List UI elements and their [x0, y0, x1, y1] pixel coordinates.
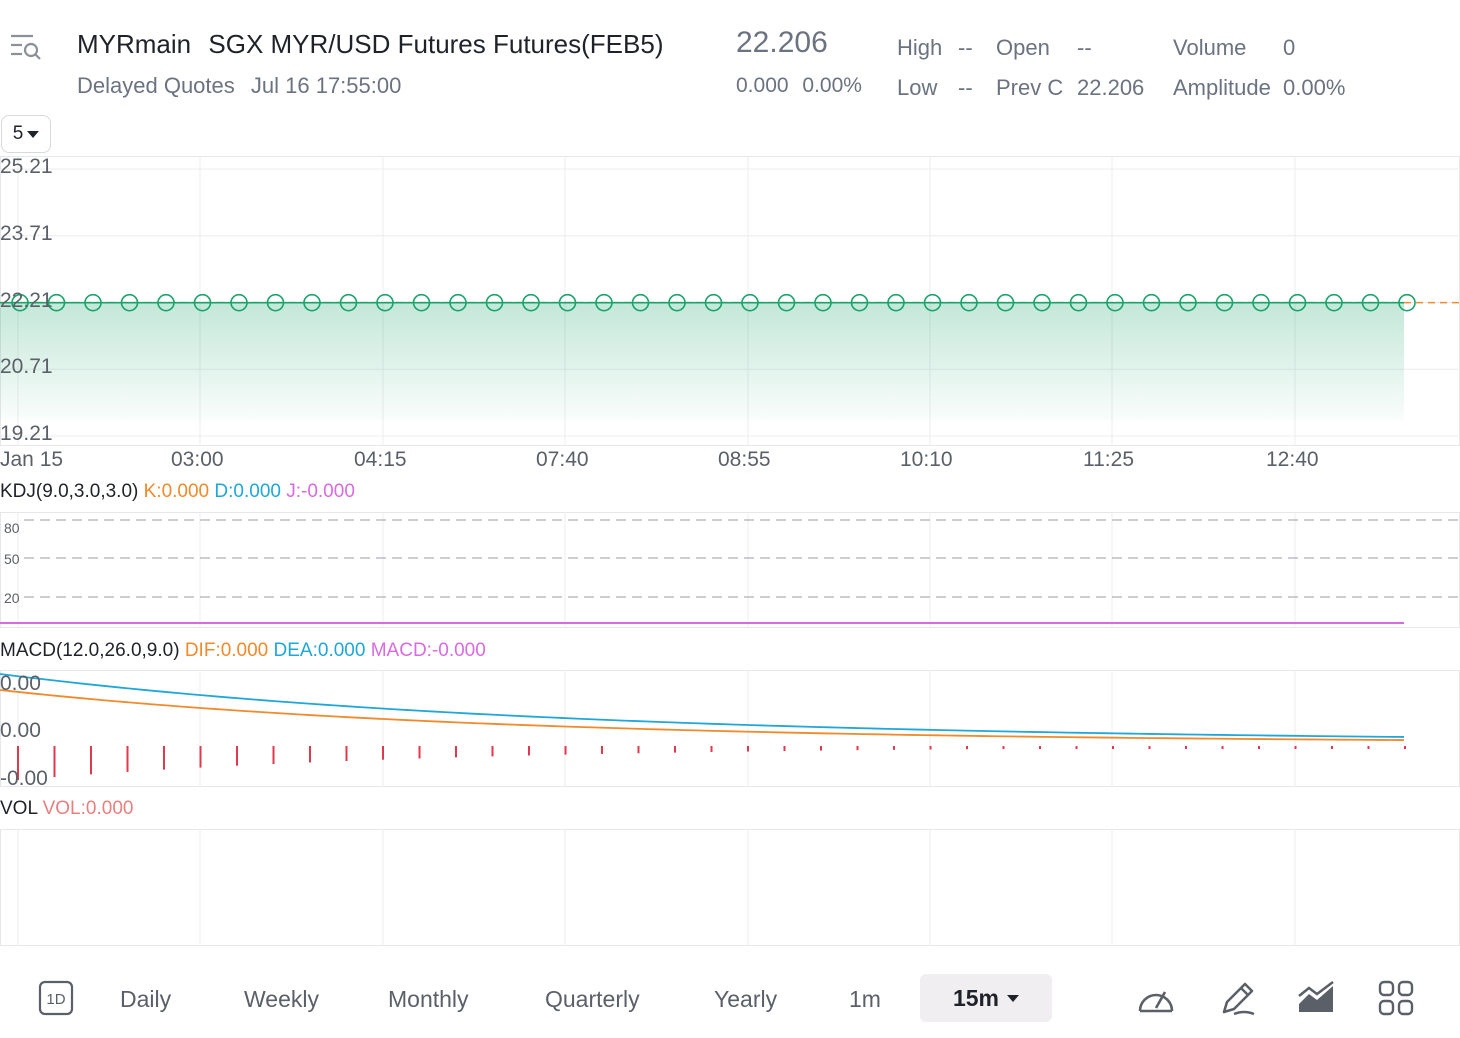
vol-chart[interactable] [0, 829, 1460, 946]
area-chart-icon[interactable] [1297, 980, 1337, 1016]
macd-chart[interactable] [0, 670, 1460, 787]
last-price: 22.206 [736, 26, 828, 59]
caret-down-icon [1007, 994, 1020, 1002]
symbol-title: MYRmain SGX MYR/USD Futures Futures(FEB5… [77, 29, 673, 60]
time-xtick: Jan 15 [0, 448, 64, 471]
menu-search-icon[interactable] [8, 30, 44, 64]
macd-dif: DIF:0.000 [184, 640, 269, 661]
grid-icon[interactable] [1378, 980, 1414, 1016]
time-xtick: 10:10 [900, 448, 953, 471]
macd-dif-line [0, 689, 1405, 741]
amplitude-value: 0.00% [1283, 75, 1346, 100]
tab-daily[interactable]: Daily [120, 986, 171, 1013]
price-ytick: 25.21 [0, 155, 53, 178]
change-value: 0.000 [736, 74, 789, 97]
price-chart[interactable] [0, 156, 1460, 446]
kdj-j: J:-0.000 [286, 481, 355, 502]
prev-close-value: 22.206 [1077, 75, 1145, 100]
vol-label: VOL [0, 798, 38, 819]
caret-down-icon [27, 130, 40, 138]
quote-type: Delayed Quotes [77, 73, 235, 98]
macd-dea: DEA:0.000 [273, 640, 366, 661]
prev-close-label: Prev C [996, 75, 1064, 100]
kdj-d: D:0.000 [214, 481, 281, 502]
low-label: Low [897, 75, 938, 100]
low-value: -- [958, 75, 973, 100]
change-percent: 0.00% [802, 74, 862, 97]
1d-icon[interactable]: 1D [38, 980, 74, 1016]
tab-monthly[interactable]: Monthly [388, 986, 469, 1013]
macd-dea-line [0, 673, 1405, 738]
price-ytick: 19.21 [0, 422, 53, 445]
kdj-legend: KDJ(9.0,3.0,3.0) K:0.000 D:0.000 J:-0.00… [0, 481, 355, 503]
time-xtick: 11:25 [1083, 448, 1134, 471]
period-value: 5 [12, 123, 24, 144]
period-select[interactable]: 5 [1, 115, 51, 153]
macd-ytick-mid: 0.00 [0, 719, 41, 742]
open-label: Open [996, 35, 1050, 60]
tab-1m[interactable]: 1m [849, 986, 881, 1013]
price-ytick: 23.71 [0, 221, 53, 245]
kdj-level-20: 20 [4, 590, 20, 606]
time-xtick: 08:55 [718, 448, 771, 471]
quote-time: Jul 16 17:55:00 [250, 73, 402, 98]
kdj-k: K:0.000 [143, 481, 210, 502]
macd-legend: MACD(12.0,26.0,9.0) DIF:0.000 DEA:0.000 … [0, 640, 486, 662]
kdj-chart[interactable] [0, 512, 1460, 628]
high-value: -- [958, 35, 973, 60]
macd-macd: MACD:-0.000 [370, 640, 486, 661]
time-xtick: 12:40 [1266, 448, 1319, 471]
price-area [0, 302, 1404, 421]
tab-15m-selected[interactable]: 15m [920, 974, 1052, 1022]
high-label: High [897, 35, 943, 60]
kdj-level-80: 80 [4, 520, 20, 536]
time-xtick: 03:00 [171, 448, 224, 471]
kdj-label: KDJ(9.0,3.0,3.0) [0, 481, 139, 502]
speedometer-icon[interactable] [1135, 978, 1177, 1018]
time-xtick: 07:40 [536, 448, 589, 471]
svg-text:1D: 1D [46, 991, 65, 1008]
price-ytick: 22.21 [0, 288, 53, 312]
tab-weekly[interactable]: Weekly [244, 986, 319, 1013]
time-xtick: 04:15 [354, 448, 407, 471]
open-value: -- [1077, 35, 1092, 60]
macd-ytick-top: 0.00 [0, 672, 41, 695]
vol-legend: VOL VOL:0.000 [0, 798, 133, 820]
macd-label: MACD(12.0,26.0,9.0) [0, 640, 180, 661]
tab-yearly[interactable]: Yearly [714, 986, 777, 1013]
tab-quarterly[interactable]: Quarterly [545, 986, 640, 1013]
quote-info: Delayed Quotes Jul 16 17:55:00 [77, 73, 411, 99]
symbol-name: SGX MYR/USD Futures Futures(FEB5) [208, 29, 664, 59]
tab-15m-label: 15m [952, 984, 1000, 1011]
symbol-code: MYRmain [77, 29, 192, 59]
pencil-icon[interactable] [1218, 978, 1258, 1018]
vol-value: VOL:0.000 [42, 798, 134, 819]
volume-value: 0 [1283, 35, 1296, 60]
macd-ytick-bottom: -0.00 [0, 767, 48, 790]
amplitude-label: Amplitude [1173, 75, 1271, 100]
kdj-level-50: 50 [4, 551, 20, 567]
price-change: 0.000 0.00% [736, 74, 870, 98]
volume-label: Volume [1173, 35, 1247, 60]
price-ytick: 20.71 [0, 355, 53, 379]
